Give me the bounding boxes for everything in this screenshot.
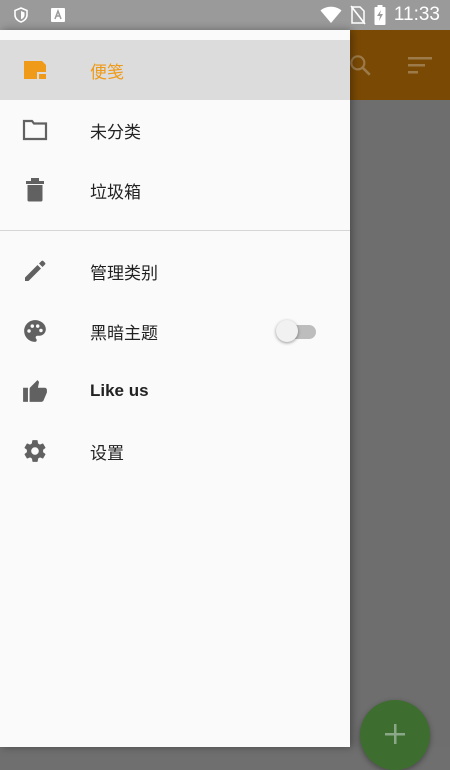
status-bar: 11:33 (0, 0, 450, 30)
search-icon[interactable] (347, 52, 373, 78)
a-icon (51, 8, 65, 22)
clock: 11:33 (393, 4, 440, 25)
sort-icon[interactable] (406, 52, 434, 78)
no-sim-icon (350, 5, 366, 25)
drawer-item-label: 便笺 (90, 62, 124, 83)
plus-icon (385, 724, 405, 744)
drawer-item-label: 管理类别 (90, 263, 158, 284)
gear-icon (21, 437, 49, 465)
shield-icon (14, 7, 28, 23)
drawer-item-like-us[interactable]: Like us (0, 361, 350, 421)
thumbs-up-icon (21, 377, 49, 405)
drawer-item-manage-categories[interactable]: 管理类别 (0, 241, 350, 301)
drawer-item-dark-theme[interactable]: 黑暗主题 (0, 301, 350, 361)
drawer-item-label: Like us (90, 381, 149, 400)
drawer-item-label: 黑暗主题 (90, 323, 158, 344)
navigation-drawer: 便笺 未分类 垃圾箱 管理类别 黑暗主题 Like us 设置 (0, 30, 350, 747)
drawer-item-uncategorized[interactable]: 未分类 (0, 100, 350, 160)
toggle-thumb (276, 320, 298, 342)
add-note-button[interactable] (360, 700, 430, 770)
drawer-divider (0, 230, 350, 231)
drawer-item-settings[interactable]: 设置 (0, 421, 350, 481)
battery-charging-icon (374, 5, 386, 25)
dark-theme-toggle[interactable] (276, 319, 318, 343)
folder-icon (21, 116, 49, 144)
drawer-item-label: 垃圾箱 (90, 182, 141, 203)
palette-icon (21, 317, 49, 345)
drawer-item-label: 未分类 (90, 122, 141, 143)
drawer-item-trash[interactable]: 垃圾箱 (0, 160, 350, 220)
drawer-item-label: 设置 (90, 443, 124, 464)
trash-icon (21, 176, 49, 204)
note-icon (21, 56, 49, 84)
drawer-item-notes[interactable]: 便笺 (0, 40, 350, 100)
pencil-icon (21, 257, 49, 285)
wifi-icon (320, 6, 342, 23)
